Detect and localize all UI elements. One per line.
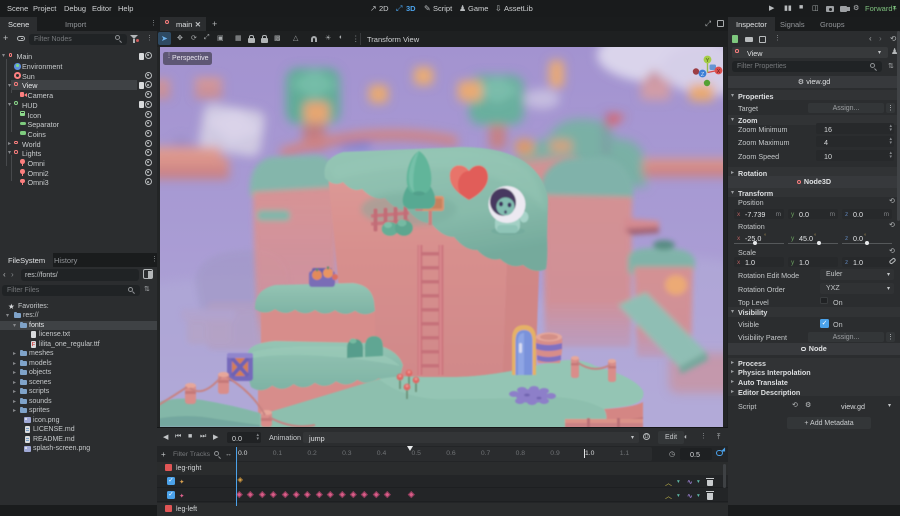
svg-text:Y: Y	[706, 58, 710, 64]
svg-text:X: X	[717, 69, 721, 75]
